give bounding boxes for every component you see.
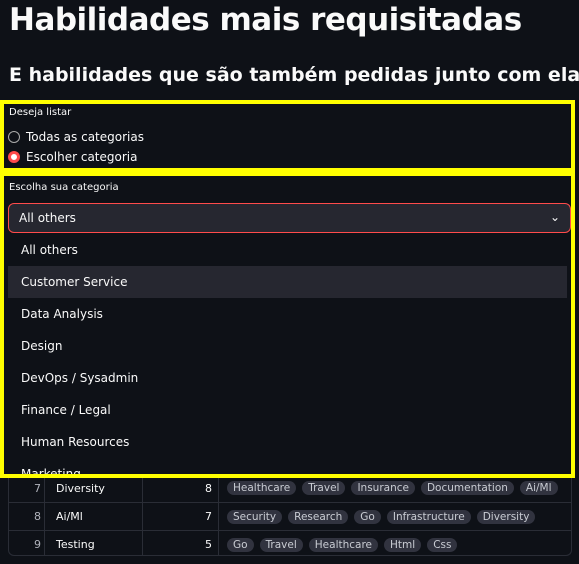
tag-pill: Diversity	[476, 509, 536, 524]
row-count: 5	[143, 531, 219, 555]
row-count: 7	[143, 503, 219, 530]
tag-pill: Healthcare	[308, 537, 379, 552]
table-row: 7 Diversity 8 Healthcare Travel Insuranc…	[9, 474, 571, 502]
radio-circle-icon	[8, 131, 20, 143]
tag-pill: Research	[288, 509, 349, 524]
tag-pill: Ai/Ml	[519, 481, 558, 495]
row-tags: Security Research Go Infrastructure Dive…	[219, 503, 569, 530]
row-index: 7	[9, 474, 45, 502]
row-skill: Ai/Ml	[45, 503, 143, 530]
row-tags: Go Travel Healthcare Html Css	[219, 531, 569, 555]
table-row: 9 Testing 5 Go Travel Healthcare Html Cs…	[9, 530, 571, 555]
skills-table: 7 Diversity 8 Healthcare Travel Insuranc…	[8, 474, 572, 556]
tag-pill: Insurance	[351, 481, 415, 495]
page-title: Habilidades mais requisitadas	[9, 2, 522, 38]
tag-pill: Documentation	[420, 481, 514, 495]
tag-pill: Go	[227, 537, 254, 552]
row-skill: Testing	[45, 531, 143, 555]
tag-pill: Travel	[302, 481, 346, 495]
radio-option-label: Todas as categorias	[26, 130, 144, 144]
tag-pill: Css	[427, 537, 458, 552]
row-count: 8	[143, 474, 219, 502]
tag-pill: Security	[227, 509, 283, 524]
radio-option-all[interactable]: Todas as categorias	[8, 130, 144, 144]
row-index: 8	[9, 503, 45, 530]
radio-selected-icon	[8, 151, 20, 163]
radio-option-choose[interactable]: Escolher categoria	[8, 150, 137, 164]
row-index: 9	[9, 531, 45, 555]
row-skill: Diversity	[45, 474, 143, 502]
tag-pill: Go	[354, 509, 381, 524]
row-tags: Healthcare Travel Insurance Documentatio…	[219, 474, 569, 502]
radio-option-label: Escolher categoria	[26, 150, 138, 164]
tag-pill: Html	[384, 537, 422, 552]
tag-pill: Infrastructure	[386, 509, 471, 524]
radio-group-label: Deseja listar	[9, 107, 72, 118]
tag-pill: Travel	[259, 537, 303, 552]
table-row: 8 Ai/Ml 7 Security Research Go Infrastru…	[9, 502, 571, 530]
tag-pill: Healthcare	[227, 481, 297, 495]
select-highlight	[0, 172, 575, 478]
page-subtitle: E habilidades que são também pedidas jun…	[9, 64, 579, 86]
